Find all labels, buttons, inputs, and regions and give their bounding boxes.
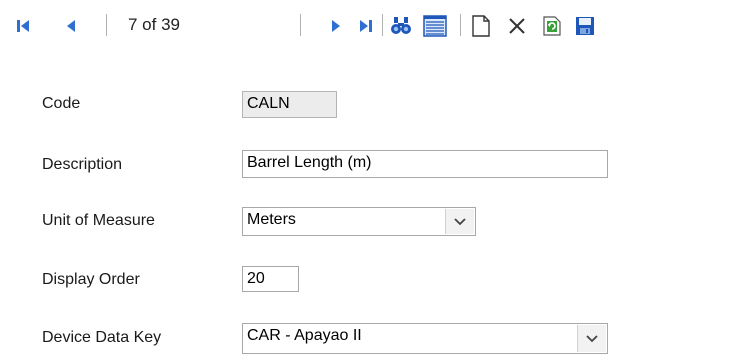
- code-value: CALN: [247, 95, 290, 112]
- list-view-icon: [423, 15, 447, 37]
- description-field[interactable]: Barrel Length (m): [242, 150, 608, 178]
- description-label: Description: [42, 156, 123, 173]
- close-icon: [509, 18, 525, 34]
- record-toolbar: 7 of 39: [0, 0, 741, 50]
- unit-of-measure-select[interactable]: Meters: [242, 207, 476, 236]
- save-button[interactable]: [573, 15, 597, 37]
- chevron-down-icon: [454, 217, 466, 225]
- device-data-key-label: Device Data Key: [42, 329, 162, 346]
- delete-record-button[interactable]: [506, 15, 528, 37]
- find-button[interactable]: [389, 15, 413, 37]
- binoculars-icon: [391, 17, 411, 34]
- list-view-button[interactable]: [422, 15, 448, 37]
- display-order-label: Display Order: [42, 271, 140, 288]
- refresh-button[interactable]: [541, 15, 563, 37]
- display-order-field[interactable]: 20: [242, 266, 299, 292]
- new-document-icon: [472, 15, 490, 37]
- save-icon: [576, 17, 594, 35]
- unit-of-measure-value: Meters: [247, 211, 296, 228]
- device-data-key-dropdown-button[interactable]: [577, 325, 606, 352]
- next-record-button[interactable]: [328, 15, 344, 37]
- new-record-button[interactable]: [471, 15, 491, 37]
- last-record-icon: [360, 20, 372, 32]
- last-record-button[interactable]: [357, 15, 375, 37]
- toolbar-separator: [106, 14, 107, 36]
- unit-of-measure-label: Unit of Measure: [42, 212, 155, 229]
- device-data-key-select[interactable]: CAR - Apayao II: [242, 323, 608, 354]
- device-data-key-value: CAR - Apayao II: [247, 327, 362, 344]
- previous-record-button[interactable]: [63, 15, 79, 37]
- refresh-icon: [543, 16, 561, 36]
- display-order-value: 20: [247, 270, 265, 287]
- first-record-icon: [17, 20, 29, 32]
- toolbar-separator: [300, 14, 301, 36]
- toolbar-separator: [382, 14, 383, 36]
- record-position: 7 of 39: [128, 15, 180, 34]
- next-record-icon: [332, 20, 340, 32]
- unit-of-measure-dropdown-button[interactable]: [445, 209, 474, 234]
- chevron-down-icon: [586, 334, 598, 342]
- toolbar-separator: [460, 14, 461, 36]
- previous-record-icon: [67, 20, 75, 32]
- description-value: Barrel Length (m): [247, 154, 372, 171]
- code-field[interactable]: CALN: [242, 91, 337, 118]
- first-record-button[interactable]: [14, 15, 32, 37]
- code-label: Code: [42, 95, 81, 112]
